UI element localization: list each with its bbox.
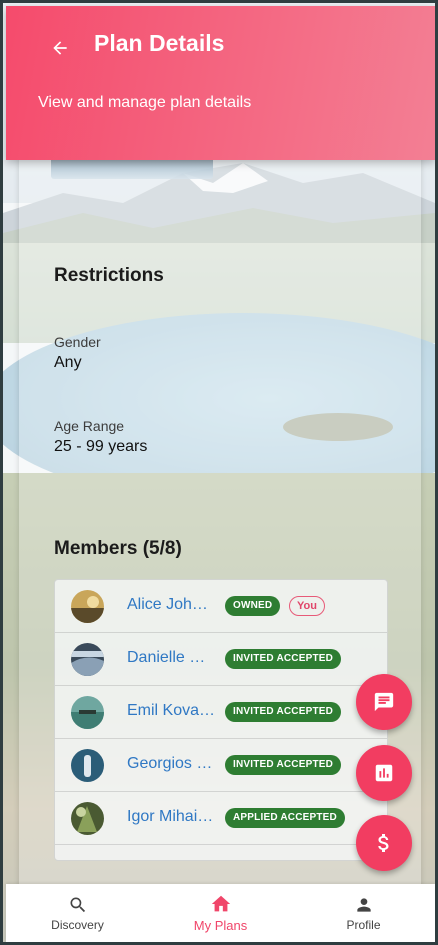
avatar: [71, 590, 104, 623]
gender-value: Any: [54, 354, 82, 371]
person-icon: [356, 897, 371, 912]
back-button[interactable]: [44, 32, 76, 64]
payments-button[interactable]: [356, 815, 412, 871]
status-badge: INVITED ACCEPTED: [225, 755, 342, 775]
home-icon: [211, 895, 230, 912]
member-name[interactable]: Alice Joh…: [127, 596, 219, 614]
restrictions-title: Restrictions: [54, 265, 164, 286]
nav-label: Profile: [346, 917, 381, 932]
nav-profile[interactable]: Profile: [292, 884, 435, 942]
chat-icon: [374, 692, 394, 712]
status-badge: OWNED: [225, 596, 281, 616]
member-name[interactable]: Emil Kova…: [127, 702, 219, 720]
member-row[interactable]: Georgios … INVITED ACCEPTED: [55, 739, 387, 792]
member-row[interactable]: Igor Mihai… APPLIED ACCEPTED: [55, 792, 387, 845]
app-frame: Restrictions Gender Any Age Range 25 - 9…: [0, 0, 438, 945]
age-range-value: 25 - 99 years: [54, 438, 148, 455]
chart-icon: [375, 764, 393, 782]
status-badge: INVITED ACCEPTED: [225, 649, 342, 669]
gender-label: Gender: [54, 334, 101, 350]
dollar-icon: [378, 834, 389, 852]
member-name[interactable]: Georgios …: [127, 755, 219, 773]
member-name[interactable]: Igor Mihai…: [127, 808, 219, 826]
avatar: [71, 749, 104, 782]
arrow-left-icon: [53, 41, 67, 55]
status-badge: APPLIED ACCEPTED: [225, 808, 345, 828]
nav-label: Discovery: [51, 917, 104, 932]
member-row[interactable]: Alice Joh… OWNED You: [55, 580, 387, 633]
nav-label: My Plans: [193, 918, 248, 933]
page-title: Plan Details: [94, 30, 225, 56]
avatar: [71, 802, 104, 835]
member-row[interactable]: Danielle … INVITED ACCEPTED: [55, 633, 387, 686]
you-badge: You: [289, 596, 325, 616]
search-icon: [70, 897, 85, 912]
avatar: [71, 643, 104, 676]
members-title: Members (5/8): [54, 538, 182, 559]
stats-button[interactable]: [356, 745, 412, 801]
bottom-navigation: Discovery My Plans Profile: [6, 884, 435, 942]
member-row[interactable]: Emil Kova… INVITED ACCEPTED: [55, 686, 387, 739]
page-subtitle: View and manage plan details: [38, 94, 252, 111]
members-list: Alice Joh… OWNED You Danielle … INVITED …: [54, 579, 388, 861]
chat-button[interactable]: [356, 674, 412, 730]
status-badge: INVITED ACCEPTED: [225, 702, 342, 722]
member-name[interactable]: Danielle …: [127, 649, 219, 667]
avatar: [71, 696, 104, 729]
age-range-label: Age Range: [54, 418, 125, 434]
nav-discovery[interactable]: Discovery: [6, 884, 149, 942]
app-header: Plan Details View and manage plan detail…: [6, 6, 435, 160]
nav-my-plans[interactable]: My Plans: [149, 884, 292, 942]
